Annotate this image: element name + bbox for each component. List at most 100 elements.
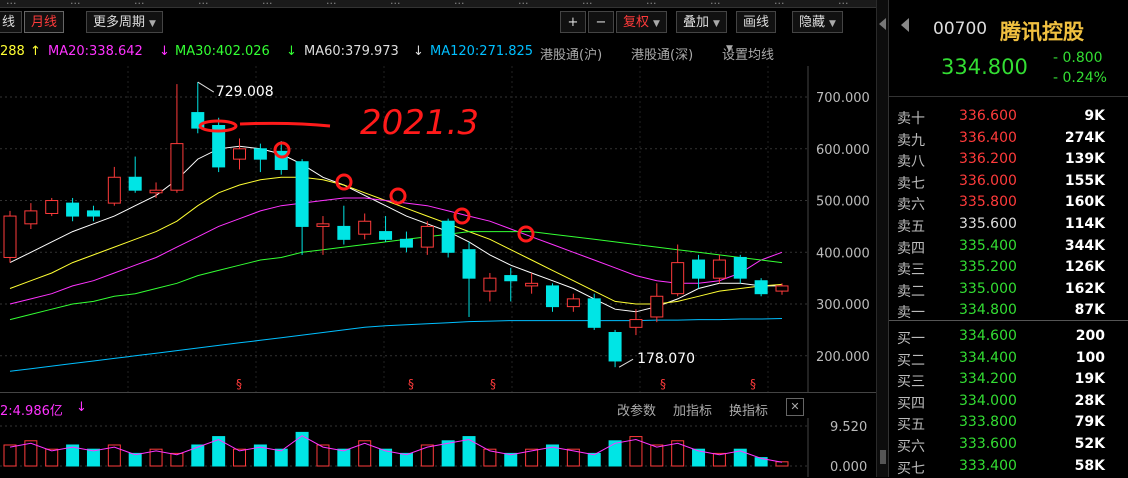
ask-level-row[interactable]: 卖一 334.800 87K [889, 300, 1128, 321]
level-label: 卖九 [897, 132, 925, 149]
scroll-thumb[interactable] [880, 450, 886, 464]
candle-body [3, 215, 17, 258]
chart-toolbar: 线 月线 更多周期 ▼ + − 复权 ▼ 叠加 ▼ 画线 隐藏 ▼ [0, 8, 888, 36]
top-tab[interactable]: ... [838, 0, 849, 7]
volume-bar [3, 444, 17, 467]
add-indicator-button[interactable]: 加指标 [673, 400, 712, 419]
candle-body [191, 112, 205, 129]
level-volume: 79K [1074, 414, 1105, 431]
collapse-arrow-icon[interactable] [879, 18, 886, 30]
bid-level-row[interactable]: 买一 334.600 200 [889, 326, 1128, 347]
ask-level-row[interactable]: 卖七 336.000 155K [889, 171, 1128, 192]
ask-level-row[interactable]: 卖八 336.200 139K [889, 149, 1128, 170]
ma30-arrow-icon: ↓ [286, 44, 297, 59]
monthly-tab[interactable]: 月线 [24, 11, 65, 33]
top-tab[interactable]: ... [390, 0, 401, 7]
level-price: 336.000 [959, 172, 1017, 189]
period-tab-partial[interactable]: 线 [0, 11, 23, 33]
level-price: 335.600 [959, 216, 1017, 232]
level-price: 336.400 [959, 129, 1017, 146]
chevron-down-icon: ▼ [653, 19, 660, 29]
hide-dropdown[interactable]: 隐藏 ▼ [792, 11, 843, 33]
switch-indicator-button[interactable]: 换指标 [729, 400, 768, 419]
hk-connect-sz[interactable]: 港股通(深) [631, 44, 693, 63]
top-tab[interactable]: ... [134, 0, 145, 7]
volume-ma-line [9, 435, 783, 463]
y-tick-label: 600.000 [816, 143, 870, 158]
price-change-pct: - 0.24% [1053, 70, 1107, 86]
top-tab[interactable]: ... [6, 0, 17, 7]
candle-body [128, 176, 142, 191]
back-arrow-icon[interactable] [901, 18, 909, 32]
level-price: 335.000 [959, 280, 1017, 297]
level-price: 333.800 [959, 414, 1017, 431]
handwritten-circle [335, 173, 353, 191]
level-price: 336.200 [959, 151, 1017, 168]
draw-line-button[interactable]: 画线 [736, 11, 777, 33]
overlay-dropdown[interactable]: 叠加 ▼ [676, 11, 727, 33]
restore-rights-dropdown[interactable]: 复权 ▼ [616, 11, 667, 33]
zoom-in-button[interactable]: + [560, 11, 586, 33]
ask-level-row[interactable]: 卖三 335.200 126K [889, 257, 1128, 278]
bid-level-row[interactable]: 买二 334.400 100 [889, 348, 1128, 369]
volume-bar [233, 448, 247, 467]
volume-panel-header: 2:4.986亿 ↓ 改参数 加指标 换指标 ✕ [0, 398, 888, 419]
top-tab[interactable]: ... [326, 0, 337, 7]
bid-level-row[interactable]: 买五 333.800 79K [889, 412, 1128, 433]
candle-body [692, 259, 706, 279]
stock-name: 腾讯控股 [1000, 20, 1084, 44]
bid-level-row[interactable]: 买六 333.600 52K [889, 434, 1128, 455]
level-volume: 160K [1064, 194, 1105, 211]
quote-panel: 00700 腾讯控股 334.800 - 0.800 - 0.24% 卖十 336… [888, 0, 1128, 477]
ask-level-row[interactable]: 卖二 335.000 162K [889, 279, 1128, 300]
restore-label: 复权 [623, 15, 650, 30]
bid-level-row[interactable]: 买三 334.200 19K [889, 369, 1128, 390]
volume-bar [399, 452, 413, 467]
hk-connect-sh[interactable]: 港股通(沪) [540, 44, 602, 63]
handwritten-circle [517, 225, 535, 243]
candle-body [483, 277, 497, 292]
close-icon[interactable]: ✕ [786, 398, 804, 416]
handwritten-date: 2021.3 [360, 103, 479, 143]
candle-body [66, 202, 80, 217]
candle-body [525, 282, 539, 287]
top-tab[interactable]: ... [198, 0, 209, 7]
ask-level-row[interactable]: 卖十 336.600 9K [889, 106, 1128, 127]
quote-header: 00700 腾讯控股 334.800 - 0.800 - 0.24% [889, 0, 1128, 97]
chevron-down-icon: ▼ [713, 19, 720, 29]
top-tab[interactable]: ... [518, 0, 529, 7]
top-tab[interactable]: ... [774, 0, 785, 7]
level-price: 335.800 [959, 194, 1017, 211]
candle-body [86, 210, 100, 217]
top-tab[interactable]: ... [262, 0, 273, 7]
bid-level-row[interactable]: 买七 333.400 58K [889, 456, 1128, 477]
change-params-button[interactable]: 改参数 [617, 400, 656, 419]
top-tab[interactable]: ... [454, 0, 465, 7]
top-tab[interactable]: ... [70, 0, 81, 7]
level-label: 买三 [897, 374, 925, 391]
top-tab[interactable]: ... [582, 0, 593, 7]
candle-body [107, 176, 121, 204]
level-label: 卖四 [897, 240, 925, 257]
y-tick-label: 400.000 [816, 246, 870, 261]
candle-body [295, 161, 309, 227]
top-tab[interactable]: ... [646, 0, 657, 7]
ask-level-row[interactable]: 卖六 335.800 160K [889, 192, 1128, 213]
level-volume: 114K [1064, 216, 1105, 232]
level-price: 333.400 [959, 457, 1017, 474]
zoom-out-button[interactable]: − [588, 11, 614, 33]
ask-level-row[interactable]: 卖五 335.600 114K [889, 214, 1128, 235]
level-label: 买四 [897, 395, 925, 412]
ask-level-row[interactable]: 卖九 336.400 274K [889, 128, 1128, 149]
more-periods-dropdown[interactable]: 更多周期 ▼ [86, 11, 163, 33]
ma10-arrow-icon: ↑ [30, 44, 41, 59]
bid-level-row[interactable]: 买四 334.000 28K [889, 391, 1128, 412]
candle-body [358, 220, 372, 235]
volume-bar [587, 452, 601, 467]
candle-body [671, 262, 685, 295]
moving-average-legend: 288 ↑ MA20:338.642 ↓ MA30:402.026 ↓ MA60… [0, 44, 800, 63]
ask-level-row[interactable]: 卖四 335.400 344K [889, 236, 1128, 257]
stock-code: 00700 [933, 19, 988, 39]
candlestick-chart[interactable]: 700.000 600.000 500.000 400.000 300.000 200.0… [0, 66, 888, 392]
top-tab[interactable]: ... [710, 0, 721, 7]
